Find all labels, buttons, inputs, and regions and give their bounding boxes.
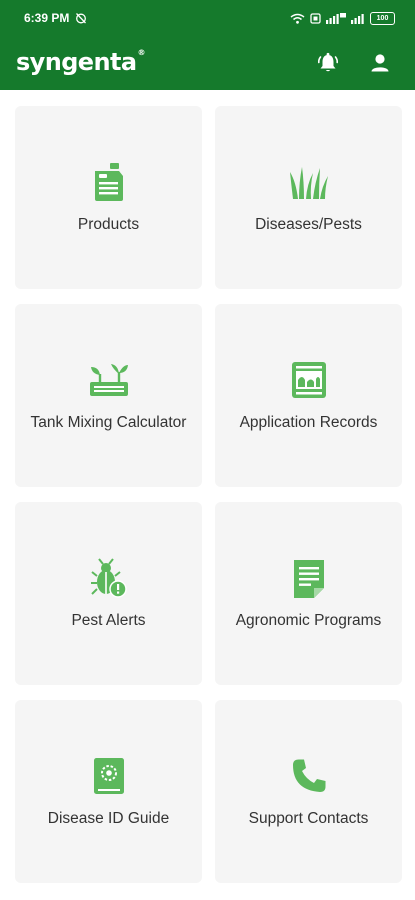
tile-disease-id-guide[interactable]: Disease ID Guide	[15, 700, 202, 883]
tile-agronomic-programs[interactable]: Agronomic Programs	[215, 502, 402, 685]
brand-name: syngenta	[16, 48, 137, 76]
tile-support-contacts[interactable]: Support Contacts	[215, 700, 402, 883]
user-icon	[371, 54, 389, 72]
notifications-button[interactable]	[314, 49, 342, 77]
battery-level: 100	[376, 14, 389, 22]
status-left: 6:39 PM	[24, 11, 87, 25]
tile-diseases-pests[interactable]: Diseases/Pests	[215, 106, 402, 289]
app-bar: syngenta®	[0, 36, 415, 90]
status-time: 6:39 PM	[24, 11, 70, 25]
signal-icon	[351, 13, 364, 24]
tile-label: Pest Alerts	[71, 612, 146, 629]
menu-grid: Products Diseases/Pests Tank Mixing Calc…	[0, 90, 415, 900]
profile-button[interactable]	[366, 49, 394, 77]
bug-alert-icon	[89, 558, 129, 598]
tile-tank-mixing-calculator[interactable]: Tank Mixing Calculator	[15, 304, 202, 487]
bell-ring-icon	[317, 52, 339, 72]
tile-application-records[interactable]: Application Records	[215, 304, 402, 487]
field-record-icon	[289, 360, 329, 400]
battery-icon: 100	[370, 11, 395, 25]
status-bar: 6:39 PM 100	[0, 0, 415, 36]
tile-label: Application Records	[239, 414, 378, 431]
tile-products[interactable]: Products	[15, 106, 202, 289]
tile-label: Products	[77, 216, 140, 233]
trademark-mark: ®	[137, 48, 145, 57]
wifi-icon	[290, 13, 305, 24]
phone-icon	[289, 756, 329, 796]
sim-card-icon	[310, 12, 321, 24]
grass-icon	[289, 162, 329, 202]
seedlings-tray-icon	[89, 360, 129, 400]
tile-pest-alerts[interactable]: Pest Alerts	[15, 502, 202, 685]
document-icon	[289, 558, 329, 598]
jerrycan-icon	[89, 162, 129, 202]
status-right: 100	[290, 11, 395, 25]
tile-label: Diseases/Pests	[255, 216, 362, 233]
guide-book-icon	[89, 756, 129, 796]
tile-label: Disease ID Guide	[47, 810, 170, 827]
tile-label: Agronomic Programs	[235, 612, 382, 629]
syngenta-logo[interactable]: syngenta®	[16, 48, 145, 76]
alarm-off-icon	[76, 13, 87, 24]
tile-label: Tank Mixing Calculator	[30, 414, 187, 431]
signal-4g-icon	[326, 12, 346, 24]
tile-label: Support Contacts	[248, 810, 369, 827]
